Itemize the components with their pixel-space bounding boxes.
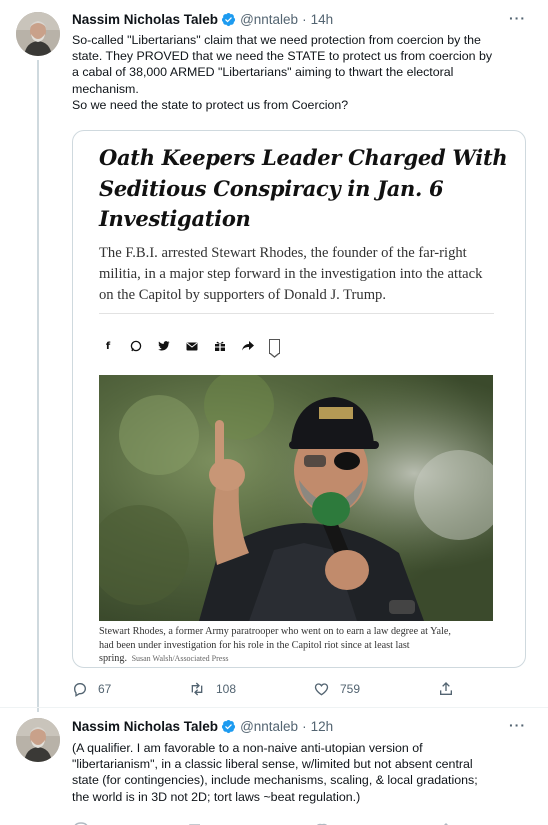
more-options-icon[interactable]: ··· — [509, 10, 526, 26]
caption-last-line: spring. — [99, 653, 128, 664]
photo-caption: Stewart Rhodes, a former Army paratroope… — [99, 625, 499, 666]
summary-line: The F.B.I. arrested Stewart Rhodes, the … — [99, 245, 467, 261]
headline-line: Seditious Conspiracy in Jan. 6 — [99, 175, 444, 201]
whatsapp-icon — [127, 337, 145, 355]
twitter-icon — [155, 337, 173, 355]
article-photo — [99, 375, 493, 621]
caption-line: spring. Susan Walsh/Associated Press — [99, 652, 499, 666]
heart-icon — [314, 683, 329, 696]
tweet-text-line: "libertarianism", in a classic liberal s… — [72, 757, 473, 772]
email-icon — [183, 337, 201, 355]
summary-line: on the Capitol by supporters of Donald J… — [99, 287, 387, 303]
share-arrow-icon — [239, 337, 257, 355]
reply-count: 67 — [98, 682, 112, 696]
article-headline: Oath Keepers Leader Charged With Seditio… — [99, 143, 509, 235]
attached-article-image[interactable]: Oath Keepers Leader Charged With Seditio… — [72, 130, 526, 668]
headline-line: Investigation — [99, 206, 251, 231]
author-avatar[interactable] — [16, 718, 60, 762]
retweet-button[interactable]: 108 — [188, 681, 236, 697]
tweet-text-line: So we need the state to protect us from … — [72, 97, 349, 112]
author-name[interactable]: Nassim Nicholas Taleb — [72, 719, 218, 734]
tweet-body: So-called "Libertarians" claim that we n… — [72, 32, 532, 113]
separator-dot: · — [302, 12, 307, 27]
reply-icon — [73, 683, 87, 697]
share-button[interactable] — [438, 681, 464, 697]
retweet-count: 108 — [216, 682, 237, 696]
gift-icon — [211, 337, 229, 355]
article-share-row: f — [99, 337, 280, 358]
tweet-action-bar: 67 108 759 — [72, 681, 472, 699]
author-handle[interactable]: @nntaleb — [240, 719, 298, 734]
reply-button[interactable]: 67 — [72, 681, 111, 697]
summary-line: militia, in a major step forward in the … — [99, 266, 483, 282]
tweet-timestamp[interactable]: 14h — [311, 12, 334, 27]
tweet-text-line: a cabal of 38,000 ARMED "Libertarians" a… — [72, 65, 454, 80]
more-options-icon[interactable]: ··· — [509, 717, 526, 733]
tweet-text-line: (A qualifier. I am favorable to a non-na… — [72, 741, 423, 755]
verified-badge-icon — [222, 12, 236, 27]
article-summary: The F.B.I. arrested Stewart Rhodes, the … — [99, 243, 509, 306]
tweet-action-bar-partial — [72, 818, 472, 825]
article-divider — [99, 313, 494, 314]
tweet-text-line: state. They PROVED that we need the STAT… — [72, 49, 493, 64]
photo-credit: Susan Walsh/Associated Press — [131, 654, 229, 663]
bookmark-icon — [268, 338, 280, 358]
author-name[interactable]: Nassim Nicholas Taleb — [72, 12, 218, 27]
tweet-body: (A qualifier. I am favorable to a non-na… — [72, 740, 532, 805]
tweet-text-line: the world is in 3D not 2D; tort laws ~be… — [72, 789, 361, 804]
tweet-text-line: state (for contingencies), include mecha… — [72, 773, 478, 788]
verified-badge-icon — [222, 719, 236, 734]
retweet-icon — [191, 682, 203, 696]
author-avatar[interactable] — [16, 12, 60, 56]
headline-line: Oath Keepers Leader Charged With — [99, 145, 508, 170]
author-handle[interactable]: @nntaleb — [240, 12, 298, 27]
share-icon — [440, 682, 452, 695]
tweet-header: Nassim Nicholas Taleb @nntaleb · 14h — [72, 12, 333, 27]
caption-line: had been under investigation for his rol… — [99, 639, 410, 651]
tweet-header: Nassim Nicholas Taleb @nntaleb · 12h — [72, 719, 333, 734]
thread-connector-line — [37, 60, 39, 712]
caption-line: Stewart Rhodes, a former Army paratroope… — [99, 626, 451, 637]
facebook-icon: f — [105, 340, 111, 352]
tweet-text-line: mechanism. — [72, 81, 139, 96]
tweet-timestamp[interactable]: 12h — [311, 719, 334, 734]
like-button[interactable]: 759 — [313, 681, 360, 697]
tweet-text-line: So-called "Libertarians" claim that we n… — [72, 33, 481, 47]
separator-dot: · — [302, 719, 307, 734]
tweet-divider — [0, 707, 548, 708]
like-count: 759 — [340, 682, 361, 696]
